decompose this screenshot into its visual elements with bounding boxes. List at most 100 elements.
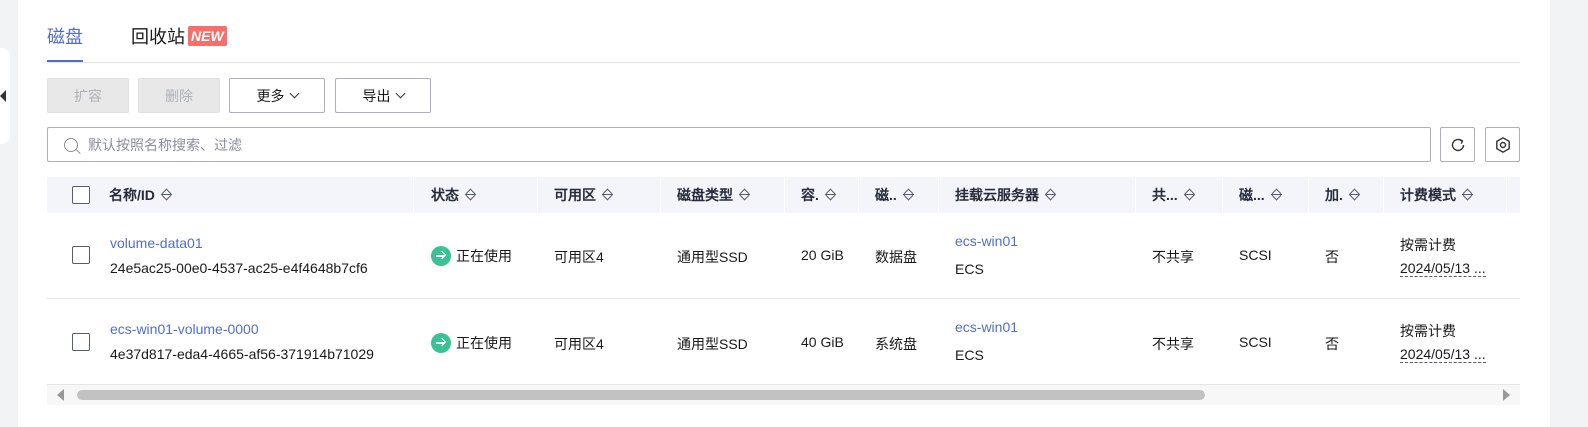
- column-header-label: 挂载云服务器: [955, 187, 1039, 203]
- settings-button[interactable]: [1485, 127, 1520, 162]
- disk-list-panel: 磁盘 回收站 NEW 扩容 删除 更多 导出 默认按照名称搜索、过滤 名称/ID…: [18, 0, 1550, 427]
- column-header-mode[interactable]: 磁...: [1239, 177, 1283, 213]
- sort-icon: [824, 188, 837, 202]
- scroll-right-arrow-icon[interactable]: [1503, 389, 1510, 401]
- mode-cell: SCSI: [1239, 247, 1272, 263]
- refresh-button[interactable]: [1440, 127, 1475, 162]
- sort-icon: [160, 188, 173, 202]
- horizontal-scrollbar[interactable]: [47, 385, 1520, 405]
- in-use-status-icon: [431, 333, 451, 353]
- column-header-label: 可用区: [554, 187, 596, 203]
- sidebar-collapse-handle[interactable]: [0, 48, 10, 144]
- status-text: 正在使用: [456, 248, 512, 264]
- column-header-label: 容.: [801, 187, 819, 203]
- status-cell: 正在使用: [431, 246, 512, 266]
- column-header-label: 计费模式: [1400, 187, 1456, 203]
- column-header-label: 磁..: [875, 187, 897, 203]
- attribute-cell: 系统盘: [875, 336, 917, 352]
- column-header-encrypted[interactable]: 加.: [1325, 177, 1361, 213]
- column-divider[interactable]: [1308, 177, 1309, 213]
- tab-recycle-bin[interactable]: 回收站 NEW: [131, 24, 227, 50]
- sort-icon: [1270, 188, 1283, 202]
- encrypted-cell: 否: [1325, 336, 1339, 352]
- server-type: ECS: [955, 347, 984, 363]
- column-header-az[interactable]: 可用区: [554, 177, 614, 213]
- column-divider[interactable]: [1222, 177, 1223, 213]
- in-use-status-icon: [431, 246, 451, 266]
- column-divider[interactable]: [660, 177, 661, 213]
- column-header-label: 共...: [1152, 187, 1178, 203]
- billing-date[interactable]: 2024/05/13 ...: [1400, 346, 1486, 363]
- delete-button[interactable]: 删除: [138, 78, 220, 113]
- disk-name-link[interactable]: volume-data01: [110, 235, 203, 251]
- server-link[interactable]: ecs-win01: [955, 319, 1018, 335]
- table-row: volume-data01 24e5ac25-00e0-4537-ac25-e4…: [47, 213, 1520, 299]
- table-header: 名称/ID 状态 可用区 磁盘类型 容. 磁.. 挂载云服务器 共... 磁..…: [47, 177, 1520, 213]
- chevron-down-icon: [395, 88, 405, 99]
- tab-disks[interactable]: 磁盘: [47, 24, 83, 62]
- delete-button-label: 删除: [165, 87, 193, 104]
- expand-button[interactable]: 扩容: [47, 78, 129, 113]
- tab-disks-label: 磁盘: [47, 27, 83, 47]
- column-header-status[interactable]: 状态: [431, 177, 477, 213]
- column-divider[interactable]: [858, 177, 859, 213]
- capacity-cell: 40 GiB: [801, 334, 844, 350]
- refresh-icon: [1451, 138, 1464, 151]
- sort-icon: [1348, 188, 1361, 202]
- expand-button-label: 扩容: [74, 87, 102, 104]
- az-cell: 可用区4: [554, 249, 604, 265]
- column-header-label: 磁盘类型: [677, 187, 733, 203]
- capacity-cell: 20 GiB: [801, 247, 844, 263]
- az-cell: 可用区4: [554, 336, 604, 352]
- row-checkbox[interactable]: [72, 246, 90, 264]
- search-placeholder: 默认按照名称搜索、过滤: [88, 136, 242, 153]
- scroll-left-arrow-icon[interactable]: [57, 389, 64, 401]
- new-badge: NEW: [188, 26, 227, 46]
- column-header-attribute[interactable]: 磁..: [875, 177, 915, 213]
- column-divider[interactable]: [784, 177, 785, 213]
- disk-id: 24e5ac25-00e0-4537-ac25-e4f4648b7cf6: [110, 260, 368, 276]
- encrypted-cell: 否: [1325, 249, 1339, 265]
- billing-mode: 按需计费: [1400, 237, 1456, 253]
- column-header-billing[interactable]: 计费模式: [1400, 177, 1474, 213]
- row-checkbox[interactable]: [72, 333, 90, 351]
- column-header-label: 状态: [431, 187, 459, 203]
- disk-id: 4e37d817-eda4-4665-af56-371914b71029: [110, 346, 374, 362]
- export-button-label: 导出: [362, 87, 391, 104]
- column-header-label: 磁...: [1239, 187, 1265, 203]
- column-divider[interactable]: [1383, 177, 1384, 213]
- disk-name-link[interactable]: ecs-win01-volume-0000: [110, 321, 259, 337]
- sort-icon: [1462, 188, 1474, 202]
- column-header-disk-type[interactable]: 磁盘类型: [677, 177, 751, 213]
- sort-icon: [465, 188, 477, 202]
- search-input[interactable]: 默认按照名称搜索、过滤: [47, 127, 1431, 162]
- tab-recycle-bin-label: 回收站: [131, 27, 185, 47]
- column-divider[interactable]: [537, 177, 538, 213]
- billing-date[interactable]: 2024/05/13 ...: [1400, 260, 1486, 277]
- select-all-checkbox[interactable]: [72, 186, 90, 204]
- column-header-capacity[interactable]: 容.: [801, 177, 837, 213]
- column-header-name[interactable]: 名称/ID: [109, 177, 173, 213]
- scrollbar-thumb[interactable]: [77, 390, 1205, 400]
- column-divider[interactable]: [413, 177, 414, 213]
- column-header-shared[interactable]: 共...: [1152, 177, 1196, 213]
- billing-mode: 按需计费: [1400, 323, 1456, 339]
- server-link[interactable]: ecs-win01: [955, 233, 1018, 249]
- column-divider[interactable]: [938, 177, 939, 213]
- status-text: 正在使用: [456, 335, 512, 351]
- more-button-label: 更多: [256, 87, 285, 104]
- shared-cell: 不共享: [1152, 336, 1194, 352]
- sort-icon: [602, 188, 614, 202]
- disk-type-cell: 通用型SSD: [677, 336, 748, 352]
- more-dropdown-button[interactable]: 更多: [229, 78, 325, 113]
- column-header-server[interactable]: 挂载云服务器: [955, 177, 1057, 213]
- sort-icon: [902, 188, 915, 202]
- column-divider[interactable]: [1506, 177, 1507, 213]
- status-cell: 正在使用: [431, 333, 512, 353]
- shared-cell: 不共享: [1152, 249, 1194, 265]
- mode-cell: SCSI: [1239, 334, 1272, 350]
- export-dropdown-button[interactable]: 导出: [335, 78, 431, 113]
- column-divider[interactable]: [1135, 177, 1136, 213]
- sort-icon: [739, 188, 751, 202]
- tab-bar: 磁盘 回收站 NEW: [47, 0, 1520, 63]
